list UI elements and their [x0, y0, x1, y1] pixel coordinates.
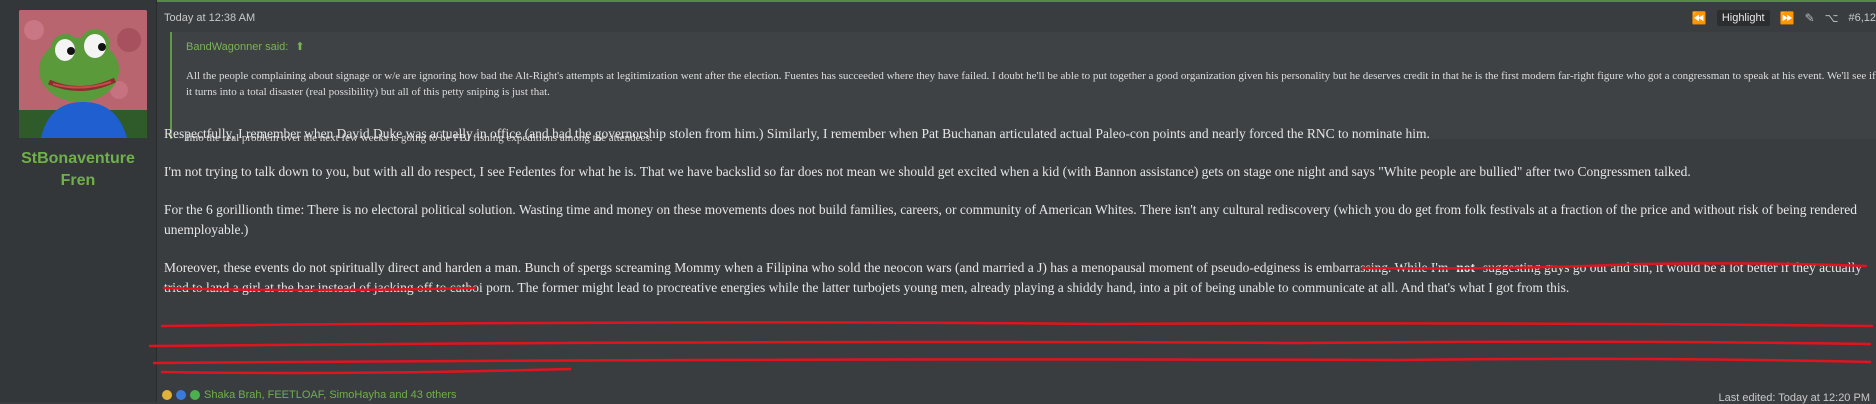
- username-link[interactable]: StBonaventure: [0, 148, 156, 170]
- avatar[interactable]: [19, 10, 147, 138]
- post-main: Today at 12:38 AM ⏪ Highlight ⏩ ✎ ⌥ #6,1…: [158, 0, 1876, 404]
- user-title: Fren: [60, 172, 96, 189]
- body-text-part: Moreover, these events do not spirituall…: [164, 260, 1457, 275]
- username-block: StBonaventure Fren: [0, 148, 156, 192]
- body-paragraph: I'm not trying to talk down to you, but …: [164, 164, 1691, 179]
- post-body: Respectfully, I remember when David Duke…: [164, 124, 1876, 298]
- post-actions: ⏪ Highlight ⏩ ✎ ⌥ #6,12: [1692, 10, 1876, 26]
- last-edited: Last edited: Today at 12:20 PM: [1718, 392, 1870, 404]
- highlight-button[interactable]: Highlight: [1716, 10, 1770, 26]
- frog-avatar-image: [19, 10, 147, 138]
- reaction-like-icon: [162, 390, 172, 400]
- body-paragraph: For the 6 gorillionth time: There is no …: [164, 202, 1858, 237]
- body-bold-text: not: [1456, 260, 1475, 275]
- quote-block: BandWagonner said: ⬆ All the people comp…: [170, 32, 1876, 144]
- share-icon[interactable]: ⌥: [1825, 11, 1839, 25]
- quote-author-label: BandWagonner said:: [186, 41, 289, 53]
- arrow-circle-up-icon[interactable]: ⬆: [295, 41, 304, 53]
- reaction-check-icon: [190, 390, 200, 400]
- quote-author[interactable]: BandWagonner said: ⬆: [186, 40, 305, 53]
- pencil-icon[interactable]: ✎: [1805, 11, 1815, 25]
- post-meta-row: Today at 12:38 AM ⏪ Highlight ⏩ ✎ ⌥ #6,1…: [164, 10, 1876, 30]
- reaction-agree-icon: [176, 390, 186, 400]
- reactions-bar[interactable]: Shaka Brah, FEETLOAF, SimoHayha and 43 o…: [162, 389, 457, 401]
- rewind-icon[interactable]: ⏪: [1692, 11, 1707, 25]
- post-number[interactable]: #6,12: [1848, 12, 1876, 24]
- user-sidebar: StBonaventure Fren: [0, 0, 157, 402]
- post-timestamp[interactable]: Today at 12:38 AM: [164, 12, 255, 24]
- body-paragraph: Respectfully, I remember when David Duke…: [164, 126, 1430, 141]
- fast-forward-icon[interactable]: ⏩: [1780, 11, 1795, 25]
- quote-paragraph: All the people complaining about signage…: [186, 70, 1876, 98]
- body-paragraph: Moreover, these events do not spirituall…: [164, 258, 1876, 298]
- reactions-list[interactable]: Shaka Brah, FEETLOAF, SimoHayha and 43 o…: [204, 389, 457, 401]
